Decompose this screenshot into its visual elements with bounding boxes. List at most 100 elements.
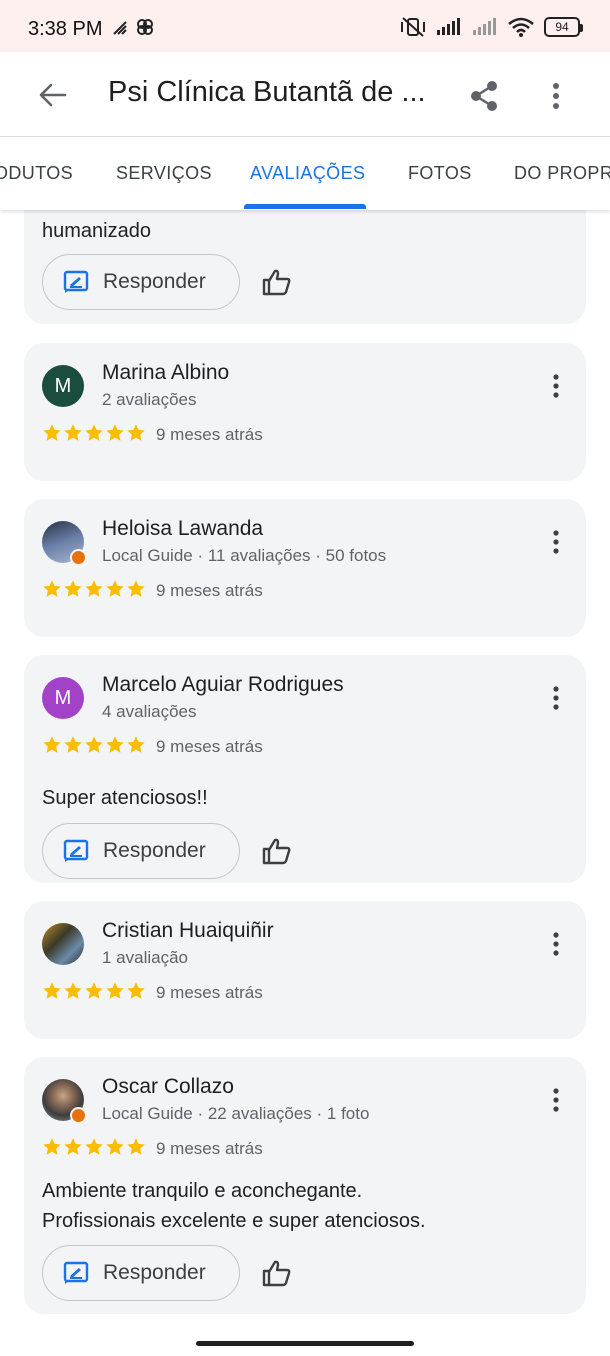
review-card: Cristian Huaiquiñir 1 avaliação 9 meses … [24,901,586,1039]
reply-button[interactable]: Responder [42,1245,240,1301]
star-icon [85,1138,103,1155]
avatar[interactable]: M [42,365,84,407]
review-more-button[interactable] [546,1085,566,1115]
more-vert-icon [553,530,559,554]
review-more-button[interactable] [546,683,566,713]
active-tab-indicator [244,204,366,209]
review-time: 9 meses atrás [156,737,263,756]
reviewer-name[interactable]: Oscar Collazo [102,1075,234,1099]
tab-bar: ODUTOS SERVIÇOS AVALIAÇÕES FOTOS DO PROP… [0,136,610,210]
reviewer-name[interactable]: Marina Albino [102,361,229,385]
avatar-letter: M [54,686,72,709]
reviewer-name[interactable]: Cristian Huaiquiñir [102,919,274,943]
more-vert-icon [553,932,559,956]
pinwheel-icon [137,19,153,35]
reply-icon [63,1261,89,1284]
reply-button[interactable]: Responder [42,254,240,310]
cell-signal-icon [437,18,460,35]
star-icon [85,736,103,753]
avatar[interactable]: M [42,677,84,719]
review-more-button[interactable] [546,527,566,557]
star-icon [43,1138,61,1155]
reply-label: Responder [103,270,206,293]
star-icon [85,580,103,597]
star-icon [85,982,103,999]
avatar[interactable] [42,1079,87,1124]
more-vert-icon [553,686,559,710]
wifi-icon [508,17,534,37]
thumb-up-icon [262,1260,291,1287]
battery-icon: 94 [544,17,583,37]
status-time: 3:38 PM [28,18,103,40]
star-rating [42,423,146,443]
reply-button[interactable]: Responder [42,823,240,879]
reviewer-meta: 2 avaliações [102,390,197,409]
reviews-list[interactable]: humanizado Responder M Marina Albino 2 a… [0,210,610,1356]
star-icon [43,982,61,999]
status-right-icons: 94 [400,16,583,38]
star-icon [43,424,61,441]
review-card: Oscar Collazo Local Guide · 22 avaliaçõe… [24,1057,586,1314]
review-text: Ambiente tranquilo e aconchegante. Profi… [42,1180,426,1232]
star-icon [127,424,145,441]
back-button[interactable] [30,74,76,116]
like-button[interactable] [260,834,294,868]
review-time: 9 meses atrás [156,425,263,444]
star-rating [42,1137,146,1157]
reviewer-meta: 4 avaliações [102,702,197,721]
star-icon [106,580,124,597]
share-icon [471,81,497,111]
star-icon [64,736,82,753]
more-vert-icon [553,1088,559,1112]
more-vert-icon [553,83,559,109]
signal-alt-icon [113,21,127,35]
review-more-button[interactable] [546,929,566,959]
review-time: 9 meses atrás [156,983,263,1002]
star-icon [43,736,61,753]
app-bar: Psi Clínica Butantã de ... [0,52,610,136]
more-vert-icon [553,374,559,398]
thumb-up-icon [262,269,291,296]
review-time: 9 meses atrás [156,581,263,600]
local-guide-badge-icon [70,1107,87,1124]
status-left-icons [112,18,154,36]
star-icon [127,736,145,753]
home-indicator[interactable] [196,1341,414,1346]
like-button[interactable] [260,1256,294,1290]
reply-label: Responder [103,1261,206,1284]
reply-label: Responder [103,839,206,862]
tab-avaliacoes[interactable]: AVALIAÇÕES [250,163,365,184]
star-rating [42,579,146,599]
star-icon [64,982,82,999]
arrow-back-icon [39,83,67,107]
tab-produtos[interactable]: ODUTOS [0,163,73,184]
star-icon [127,580,145,597]
reply-icon [63,839,89,862]
reviewer-meta: Local Guide · 22 avaliações · 1 foto [102,1104,370,1123]
star-icon [64,580,82,597]
like-button[interactable] [260,265,294,299]
cell-signal-2-icon [473,18,496,35]
avatar[interactable] [42,923,84,965]
tab-do-proprietario[interactable]: DO PROPRI [514,163,610,184]
reviewer-name[interactable]: Heloisa Lawanda [102,517,263,541]
star-icon [85,424,103,441]
local-guide-badge-icon [70,549,87,566]
mute-vibrate-icon [401,17,425,37]
tab-servicos[interactable]: SERVIÇOS [116,163,212,184]
share-button[interactable] [462,74,506,118]
reviewer-name[interactable]: Marcelo Aguiar Rodrigues [102,673,344,697]
review-more-button[interactable] [546,371,566,401]
reviewer-meta: Local Guide · 11 avaliações · 50 fotos [102,546,387,565]
more-options-button[interactable] [536,74,576,118]
reviewer-meta: 1 avaliação [102,948,189,967]
star-rating [42,735,146,755]
tab-fotos[interactable]: FOTOS [408,163,472,184]
review-card: M Marcelo Aguiar Rodrigues 4 avaliações … [24,655,586,883]
star-icon [106,1138,124,1155]
page-title: Psi Clínica Butantã de ... [108,76,426,108]
star-rating [42,981,146,1001]
status-bar: 3:38 PM 94 [0,0,610,52]
review-text: Super atenciosos!! [42,787,208,809]
avatar[interactable] [42,521,87,566]
